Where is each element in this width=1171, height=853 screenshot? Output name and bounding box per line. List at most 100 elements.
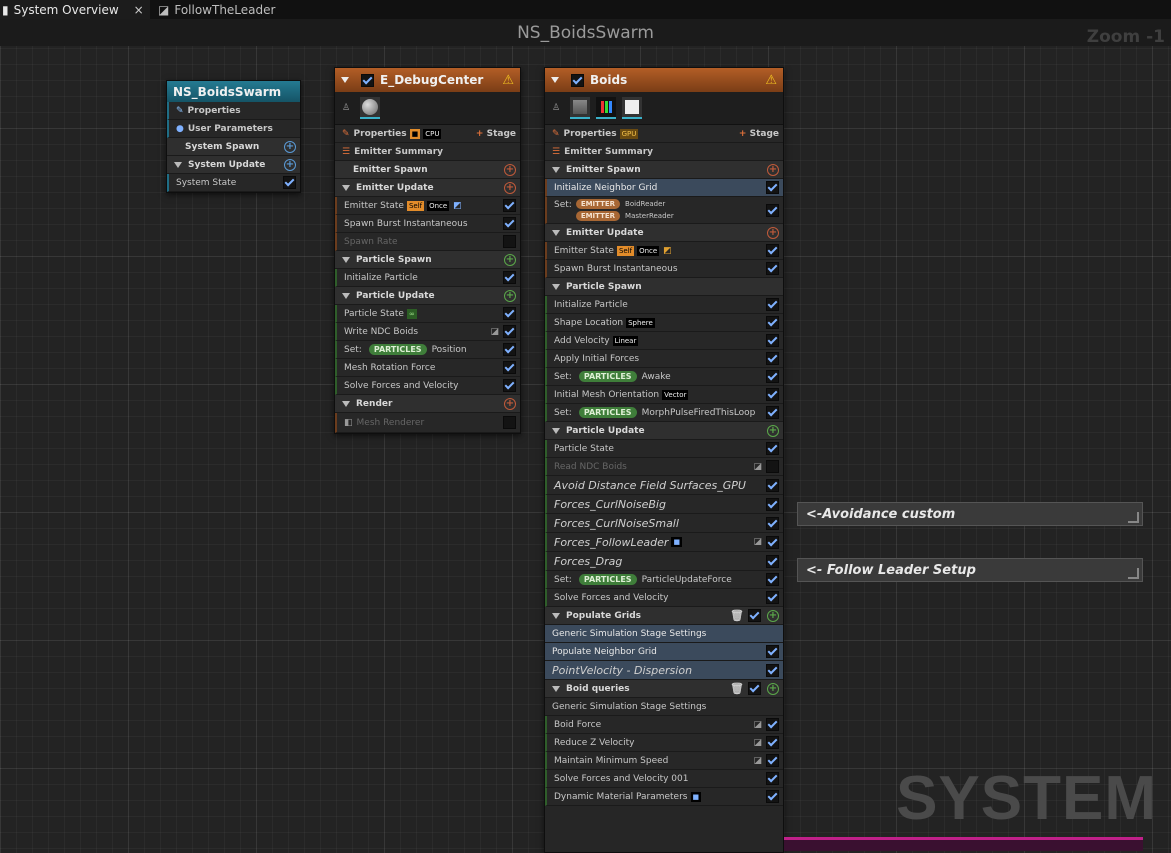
trash-icon[interactable]: 🗑 [730, 609, 744, 622]
system-node-header[interactable]: NS_BoidsSwarm [167, 81, 300, 102]
warning-icon[interactable]: ⚠ [765, 73, 777, 88]
collapse-icon[interactable] [174, 161, 182, 168]
enable-checkbox[interactable] [766, 535, 779, 549]
enable-checkbox[interactable] [766, 334, 779, 347]
module-initialize-neighbor-grid[interactable]: Initialize Neighbor Grid [545, 179, 783, 197]
system-update-section[interactable]: System Update + [167, 156, 300, 174]
enable-checkbox[interactable] [503, 217, 516, 230]
emitter-node-debug-center[interactable]: E_DebugCenter ⚠ ♙ ✎ Properties ■ CPU + S… [334, 67, 521, 434]
enable-checkbox[interactable] [766, 478, 779, 492]
enable-checkbox[interactable] [766, 645, 779, 658]
enable-checkbox[interactable] [571, 73, 584, 87]
add-module-icon[interactable]: + [504, 289, 516, 302]
particle-update-section[interactable]: Particle Update + [545, 422, 783, 440]
emitter-header[interactable]: Boids ⚠ [545, 68, 783, 92]
warning-icon[interactable]: ⚠ [502, 73, 514, 88]
enable-checkbox[interactable] [503, 199, 516, 212]
module-write-ndc-boids[interactable]: Write NDC Boids ◪ [335, 323, 520, 341]
enable-checkbox[interactable] [766, 352, 779, 365]
enable-checkbox[interactable] [361, 73, 374, 87]
particle-spawn-section[interactable]: Particle Spawn + [335, 251, 520, 269]
enable-checkbox[interactable] [766, 262, 779, 275]
module-initialize-particle[interactable]: Initialize Particle [335, 269, 520, 287]
close-icon[interactable]: × [134, 3, 144, 17]
collapse-icon[interactable] [552, 685, 560, 692]
populate-grids-section[interactable]: Populate Grids 🗑 + [545, 607, 783, 625]
enable-checkbox[interactable] [283, 176, 296, 189]
module-read-ndc-boids[interactable]: Read NDC Boids ◪ [545, 458, 783, 476]
emitter-properties[interactable]: ✎ Properties ■ CPU + Stage [335, 125, 520, 143]
module-boid-force[interactable]: Boid Force ◪ [545, 716, 783, 734]
enable-checkbox[interactable] [748, 609, 761, 622]
collapse-icon[interactable] [342, 184, 350, 191]
collapse-icon[interactable] [342, 400, 350, 407]
module-set-update-force[interactable]: Set: PARTICLES ParticleUpdateForce [545, 571, 783, 589]
enable-checkbox[interactable] [503, 361, 516, 374]
particle-update-section[interactable]: Particle Update + [335, 287, 520, 305]
module-spawn-rate[interactable]: Spawn Rate [335, 233, 520, 251]
module-avoid-distance-field[interactable]: Avoid Distance Field Surfaces_GPU [545, 476, 783, 495]
enable-checkbox[interactable] [748, 682, 761, 695]
module-mesh-rotation-force[interactable]: Mesh Rotation Force [335, 359, 520, 377]
enable-checkbox[interactable] [766, 754, 779, 767]
enable-checkbox[interactable] [766, 370, 779, 383]
emitter-properties[interactable]: ✎ Properties GPU + Stage [545, 125, 783, 143]
emitter-spawn-section[interactable]: Emitter Spawn + [545, 161, 783, 179]
module-reduce-z-velocity[interactable]: Reduce Z Velocity ◪ [545, 734, 783, 752]
collapse-icon[interactable] [552, 612, 560, 619]
module-solve-forces-001[interactable]: Solve Forces and Velocity 001 [545, 770, 783, 788]
render-section[interactable]: Render + [335, 395, 520, 413]
add-module-icon[interactable]: + [284, 140, 296, 153]
emitter-node-boids[interactable]: Boids ⚠ ♙ ✎ Properties GPU + Stage ☰ Emit… [544, 67, 784, 853]
system-node[interactable]: NS_BoidsSwarm ✎ Properties ● User Paramete… [166, 80, 301, 193]
collapse-icon[interactable] [552, 229, 560, 236]
module-add-velocity[interactable]: Add Velocity Linear [545, 332, 783, 350]
enable-checkbox[interactable] [766, 388, 779, 401]
module-curl-noise-small[interactable]: Forces_CurlNoiseSmall [545, 514, 783, 533]
enable-checkbox[interactable] [766, 573, 779, 586]
module-dynamic-material-parameters[interactable]: Dynamic Material Parameters ■ [545, 788, 783, 806]
system-properties[interactable]: ✎ Properties [167, 102, 300, 120]
emitter-spawn-section[interactable]: Emitter Spawn + [335, 161, 520, 179]
module-set-position[interactable]: Set: PARTICLES Position [335, 341, 520, 359]
collapse-icon[interactable] [342, 256, 350, 263]
particle-spawn-section[interactable]: Particle Spawn [545, 278, 783, 296]
resize-handle-icon[interactable] [1128, 568, 1139, 579]
module-initialize-particle[interactable]: Initialize Particle [545, 296, 783, 314]
enable-checkbox[interactable] [766, 316, 779, 329]
system-state-module[interactable]: System State [167, 174, 300, 192]
collapse-icon[interactable] [552, 283, 560, 290]
enable-checkbox[interactable] [766, 203, 779, 217]
enable-checkbox[interactable] [766, 442, 779, 455]
collapse-icon[interactable] [342, 292, 350, 299]
enable-checkbox[interactable] [766, 790, 779, 803]
emitter-header[interactable]: E_DebugCenter ⚠ [335, 68, 520, 92]
enable-checkbox[interactable] [766, 406, 779, 419]
collapse-icon[interactable] [552, 166, 560, 173]
enable-checkbox[interactable] [766, 772, 779, 785]
enable-checkbox[interactable] [503, 343, 516, 356]
enable-checkbox[interactable] [766, 663, 779, 677]
enable-checkbox[interactable] [766, 497, 779, 511]
sphere-thumbnail-icon[interactable] [360, 97, 381, 119]
enable-checkbox[interactable] [503, 235, 516, 248]
enable-checkbox[interactable] [766, 718, 779, 731]
enable-checkbox[interactable] [766, 516, 779, 530]
module-particle-state[interactable]: Particle State ∞ [335, 305, 520, 323]
enable-checkbox[interactable] [503, 379, 516, 392]
collapse-icon[interactable] [551, 77, 559, 83]
enable-checkbox[interactable] [766, 591, 779, 604]
module-follow-leader[interactable]: Forces_FollowLeader ■ ◪ [545, 533, 783, 552]
module-mesh-renderer[interactable]: ◧ Mesh Renderer [335, 413, 520, 433]
add-module-icon[interactable]: + [504, 253, 516, 266]
module-curl-noise-big[interactable]: Forces_CurlNoiseBig [545, 495, 783, 514]
add-module-icon[interactable]: + [284, 158, 296, 171]
system-user-parameters[interactable]: ● User Parameters [167, 120, 300, 138]
emitter-update-section[interactable]: Emitter Update + [335, 179, 520, 197]
collapse-icon[interactable] [552, 427, 560, 434]
module-solve-forces[interactable]: Solve Forces and Velocity [545, 589, 783, 607]
emitter-summary[interactable]: ☰ Emitter Summary [335, 143, 520, 161]
module-shape-location[interactable]: Shape Location Sphere [545, 314, 783, 332]
module-spawn-burst[interactable]: Spawn Burst Instantaneous [545, 260, 783, 278]
system-spawn-section[interactable]: System Spawn + [167, 138, 300, 156]
